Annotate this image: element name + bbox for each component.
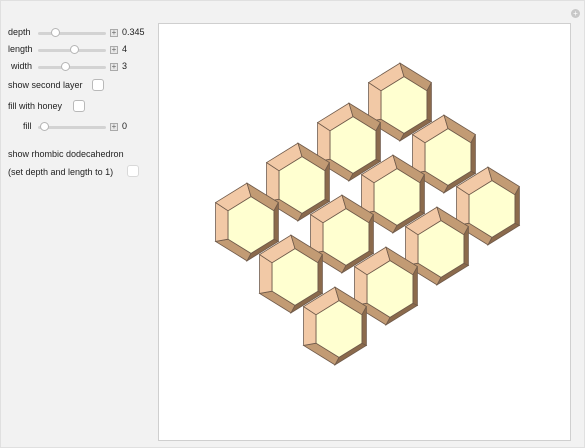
depth-slider-track (38, 32, 106, 35)
show-rhombic-label: show rhombic dodecahedron (8, 149, 124, 159)
depth-slider-thumb[interactable] (50, 28, 60, 37)
show-second-layer-label: show second layer (8, 80, 83, 90)
depth-value: 0.345 (122, 27, 145, 37)
graphics-3d-view[interactable] (158, 23, 571, 441)
length-slider[interactable] (38, 45, 106, 55)
fill-value: 0 (122, 121, 128, 131)
depth-label: depth (8, 27, 31, 37)
depth-slider[interactable] (38, 28, 106, 38)
fill-slider[interactable] (38, 122, 106, 132)
width-slider-track (38, 66, 106, 69)
width-plus-icon[interactable]: + (110, 63, 118, 71)
honeycomb-graphic (214, 62, 521, 366)
width-slider-thumb[interactable] (60, 62, 70, 71)
fill-slider-thumb[interactable] (39, 122, 49, 131)
width-label: width (11, 61, 33, 71)
length-value: 4 (122, 44, 128, 54)
show-rhombic-hint: (set depth and length to 1) (8, 167, 114, 177)
manipulate-panel: + depth + 0.345 length + 4 width + 3 sho… (0, 0, 585, 448)
fill-label: fill (23, 121, 32, 131)
depth-plus-icon[interactable]: + (110, 29, 118, 37)
reset-icon[interactable]: + (571, 9, 580, 18)
width-slider[interactable] (38, 62, 106, 72)
fill-with-honey-checkbox[interactable] (73, 100, 85, 112)
show-second-layer-checkbox[interactable] (92, 79, 104, 91)
length-slider-thumb[interactable] (70, 45, 80, 54)
show-rhombic-checkbox[interactable] (127, 165, 139, 177)
length-plus-icon[interactable]: + (110, 46, 118, 54)
fill-with-honey-label: fill with honey (8, 101, 63, 111)
width-value: 3 (122, 61, 128, 71)
length-label: length (8, 44, 33, 54)
fill-plus-icon[interactable]: + (110, 123, 118, 131)
